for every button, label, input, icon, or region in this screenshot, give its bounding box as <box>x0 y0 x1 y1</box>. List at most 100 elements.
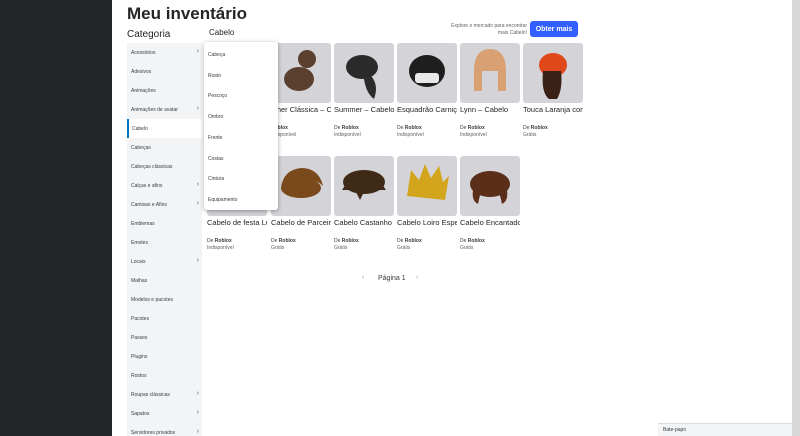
item-price: Indisponível <box>397 132 424 138</box>
sidebar-item[interactable]: Calças e afins › <box>127 176 202 195</box>
sidebar-item[interactable]: Locais › <box>127 252 202 271</box>
chevron-right-icon: › <box>196 428 199 435</box>
sidebar-item[interactable]: Animações de avatar › <box>127 100 202 119</box>
sidebar-item[interactable]: Roupas clássicas › <box>127 385 202 404</box>
previous-page-button[interactable]: ‹ <box>362 274 364 281</box>
item-name: Cabelo Loiro Espetado <box>397 218 457 227</box>
hair-beanie-icon <box>539 53 567 99</box>
sidebar-item[interactable]: Modelos e pacotes <box>127 290 202 309</box>
dropdown-item[interactable]: Cabeça <box>204 45 278 65</box>
creator-name: Roblox <box>214 238 232 244</box>
sidebar-item[interactable]: Acessórios › <box>127 43 202 62</box>
dropdown-item[interactable]: Equipamento <box>204 190 278 210</box>
sidebar-item[interactable]: Rostos <box>127 366 202 385</box>
sidebar-item-label: Acessórios <box>131 49 156 56</box>
sidebar-item-label: Pacotes <box>131 315 150 322</box>
sidebar-item-label: Animações de avatar <box>131 106 178 113</box>
sidebar-item[interactable]: Passes <box>127 328 202 347</box>
item-price: Indisponível <box>334 132 361 138</box>
creator-prefix: De <box>460 125 467 131</box>
item-creator: Roblox <box>271 125 331 132</box>
item-thumbnail <box>334 43 394 103</box>
item-card[interactable]: Lynn – Cabelo De Roblox Indisponível <box>460 43 520 139</box>
chevron-right-icon: › <box>196 200 199 207</box>
sidebar-item[interactable]: Cabeças <box>127 138 202 157</box>
item-thumbnail <box>397 43 457 103</box>
category-heading: Categoria <box>127 29 171 40</box>
item-card[interactable]: Cabelo de Parceiro De Roblox Grátis <box>271 156 331 252</box>
item-name: Lynn – Cabelo <box>460 105 509 114</box>
creator-name: Roblox <box>341 125 359 131</box>
sidebar-item[interactable]: Emotes <box>127 233 202 252</box>
sidebar-item-label: Calças e afins <box>131 182 163 189</box>
item-card[interactable]: Cabelo Castanho De Roblox Grátis <box>334 156 394 252</box>
chevron-right-icon: › <box>196 181 199 188</box>
hair-bun-brown-icon <box>284 50 316 91</box>
item-price: Grátis <box>334 245 348 251</box>
creator-name: Roblox <box>404 125 422 131</box>
sidebar-item[interactable]: Animações <box>127 81 202 100</box>
dropdown-item[interactable]: Cintura <box>204 169 278 189</box>
category-sidebar: Acessórios › Adesivos Animações Animações de… <box>127 43 202 436</box>
sidebar-item[interactable]: Adesivos <box>127 62 202 81</box>
dropdown-item[interactable]: Frente <box>204 128 278 148</box>
chevron-right-icon: › <box>196 409 199 416</box>
sidebar-item-label: Emotes <box>131 239 148 246</box>
sidebar-item[interactable]: Camisas e Afins › <box>127 195 202 214</box>
creator-prefix: De <box>460 238 467 244</box>
dropdown-item[interactable]: Ombro <box>204 107 278 127</box>
chevron-right-icon: › <box>196 257 199 264</box>
dropdown-item[interactable]: Pescoço <box>204 86 278 106</box>
sidebar-item[interactable]: Servidores privados › <box>127 423 202 436</box>
item-name: Cabelo Encantador... <box>460 218 520 227</box>
hair-spiky-icon <box>407 164 449 200</box>
item-thumbnail <box>334 156 394 216</box>
sidebar-item[interactable]: Cabeças clássicas <box>127 157 202 176</box>
dropdown-item[interactable]: Rosto <box>204 66 278 86</box>
sidebar-item-label: Roupas clássicas <box>131 391 170 398</box>
creator-name: Roblox <box>341 238 359 244</box>
item-name: Cabelo de festa Luobu <box>207 218 267 227</box>
item-thumbnail <box>271 43 331 103</box>
chevron-right-icon: › <box>196 105 199 112</box>
item-thumbnail <box>460 43 520 103</box>
item-creator: De Roblox <box>460 238 520 245</box>
item-card[interactable]: Touca Laranja com Cabelo... De RobloxGrát… <box>523 43 583 139</box>
item-card[interactable]: Esquadrão Carniçal: Tedd, ... De RobloxIn… <box>397 43 457 139</box>
item-card[interactable]: Summer – Cabelo De Roblox Indisponível <box>334 43 394 139</box>
item-creator: De Roblox <box>397 125 457 132</box>
hair-bob-icon <box>474 49 506 91</box>
sidebar-item[interactable]: Sapatos › <box>127 404 202 423</box>
item-card[interactable]: Cabelo Loiro Espetado De RobloxGrátis <box>397 156 457 252</box>
item-card[interactable]: Cabelo Encantador... De RobloxGrátis <box>460 156 520 252</box>
sidebar-item[interactable]: Emblemas <box>127 214 202 233</box>
sidebar-item[interactable]: Malhas <box>127 271 202 290</box>
hair-charming-icon <box>470 171 510 204</box>
creator-prefix: De <box>397 238 404 244</box>
item-price: Grátis <box>397 245 411 251</box>
sidebar-item-label: Servidores privados <box>131 429 176 436</box>
creator-prefix: De <box>334 125 341 131</box>
sidebar-item[interactable]: Plugins <box>127 347 202 366</box>
scrollbar-track[interactable] <box>792 0 800 436</box>
creator-name: Roblox <box>530 125 548 131</box>
item-card[interactable]: ulher Clássica – Cabelo Robloxndisponíve… <box>271 43 331 139</box>
item-name: Esquadrão Carniçal: Tedd, ... <box>397 105 457 114</box>
page-title: Meu inventário <box>127 4 247 23</box>
next-page-button[interactable]: › <box>416 274 418 281</box>
sidebar-item[interactable]: Pacotes <box>127 309 202 328</box>
creator-prefix: De <box>334 238 341 244</box>
sidebar-item-label: Cabeças clássicas <box>131 163 173 170</box>
item-price: Indisponível <box>207 245 234 251</box>
creator-name: Roblox <box>467 238 485 244</box>
sidebar-item[interactable]: Cabelo <box>127 119 202 138</box>
chat-bar[interactable]: Bate-papo <box>658 423 792 436</box>
sidebar-item-label: Locais <box>131 258 146 265</box>
item-price: Grátis <box>460 245 474 251</box>
get-more-button[interactable]: Obter mais <box>530 21 578 37</box>
item-name: Cabelo de Parceiro <box>271 218 331 227</box>
sidebar-item-label: Plugins <box>131 353 148 360</box>
item-price: Indisponível <box>460 132 487 138</box>
dropdown-item[interactable]: Costas <box>204 149 278 169</box>
sidebar-item-label: Modelos e pacotes <box>131 296 173 303</box>
